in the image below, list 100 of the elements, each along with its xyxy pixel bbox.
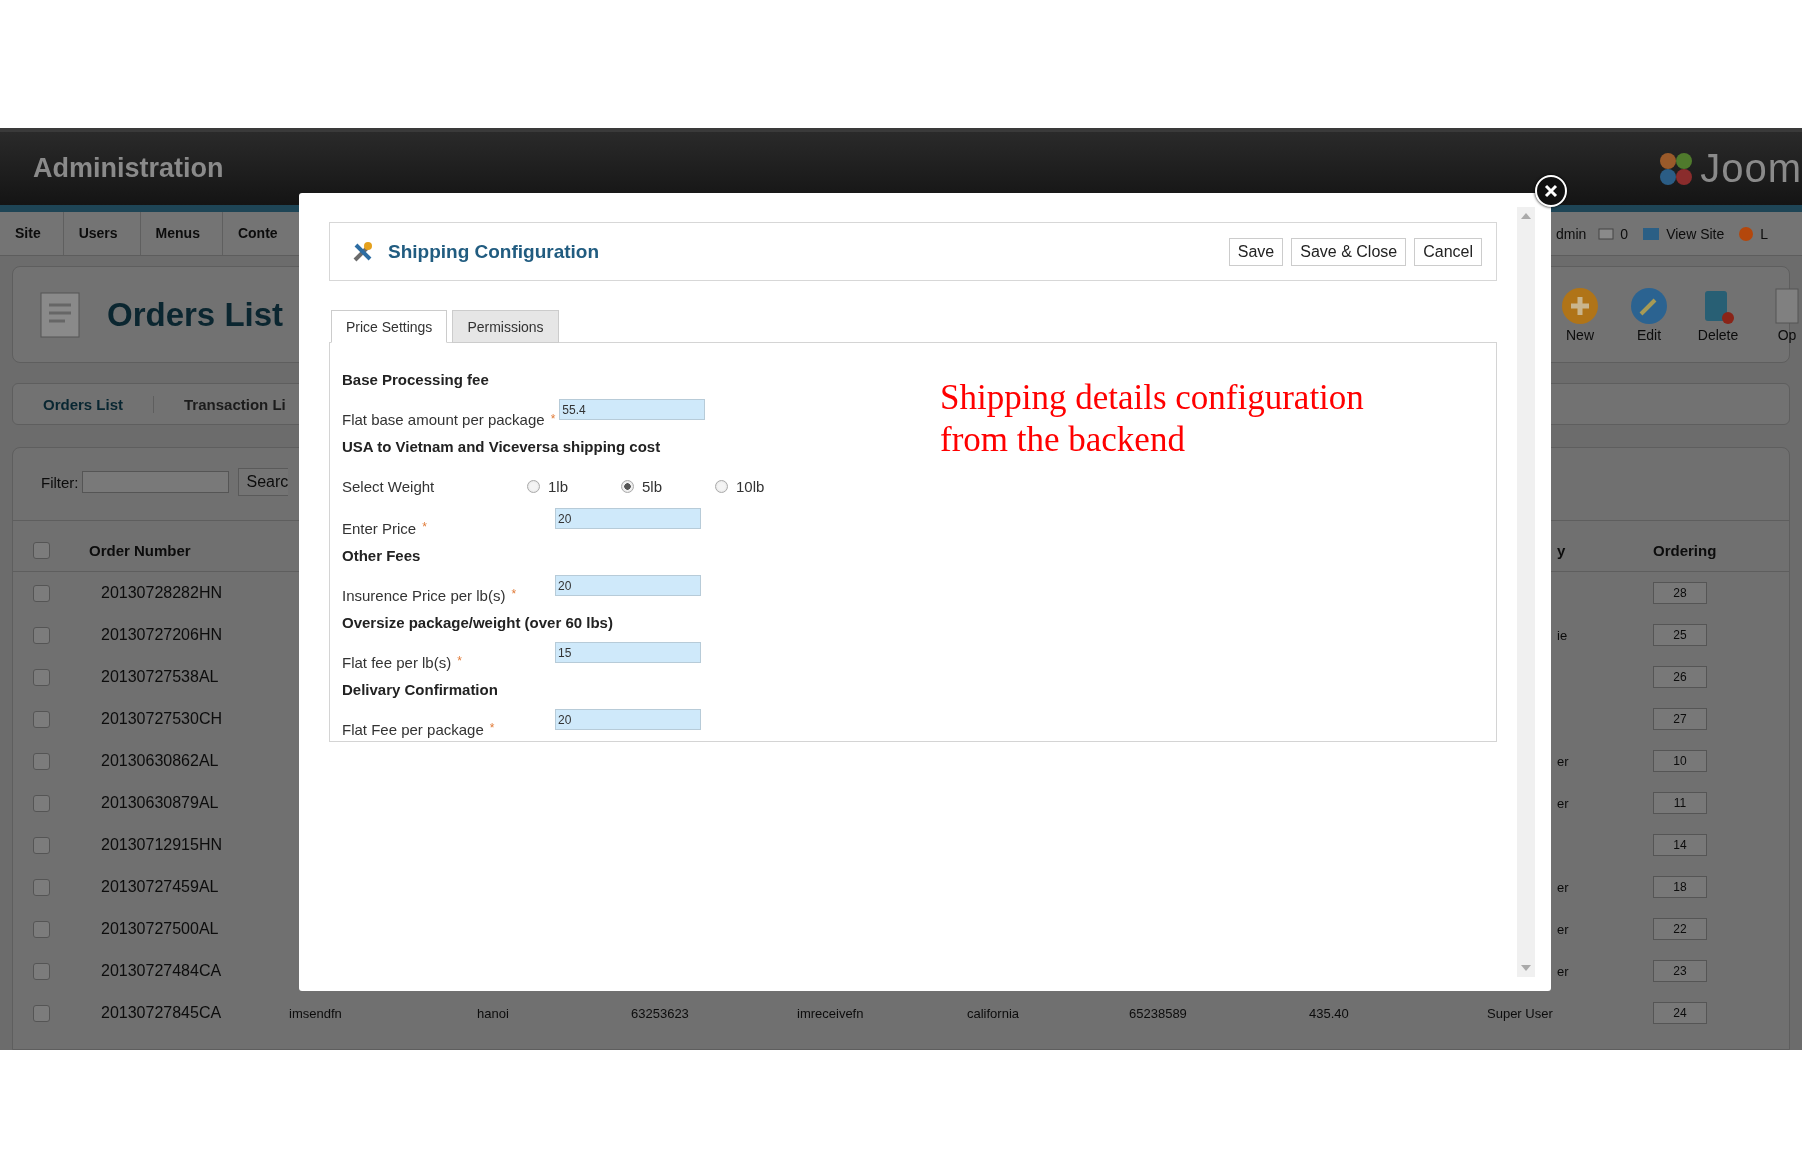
- checkbox[interactable]: [33, 541, 50, 559]
- table-cell: imsendfn: [289, 1005, 342, 1021]
- ordering-field[interactable]: 26: [1653, 666, 1707, 688]
- order-number[interactable]: 20130728282HN: [101, 584, 289, 602]
- input-field[interactable]: 20: [555, 508, 701, 529]
- menu-item[interactable]: Conte: [237, 212, 278, 255]
- order-number[interactable]: 20130630862AL: [101, 752, 289, 770]
- input-field[interactable]: 15: [555, 642, 701, 663]
- toolbar-button[interactable]: Save & Close: [1291, 237, 1407, 266]
- page-title: Orders List: [107, 295, 284, 334]
- table-cell: er: [1557, 879, 1569, 895]
- radio-icon[interactable]: [715, 480, 728, 493]
- tab[interactable]: Permissions: [452, 310, 559, 343]
- section-heading: Other Fees: [342, 545, 422, 566]
- menu-item[interactable]: Users: [78, 212, 141, 255]
- ordering-field[interactable]: 24: [1653, 1002, 1707, 1024]
- toolbar-button[interactable]: Cancel: [1414, 237, 1482, 266]
- table-cell: hanoi: [477, 1005, 509, 1021]
- order-number[interactable]: 20130630879AL: [101, 794, 289, 812]
- submenu-tab[interactable]: Transaction Li: [184, 395, 286, 413]
- table-cell: california: [967, 1005, 1020, 1021]
- radio-option[interactable]: 5lb: [621, 478, 715, 495]
- submenu-tab[interactable]: Orders List: [43, 395, 155, 413]
- table-cell: 63253623: [631, 1005, 689, 1021]
- annotation-text: Shipping details configuration from the backend: [940, 377, 1365, 461]
- row-checkbox[interactable]: [33, 836, 50, 854]
- row-checkbox[interactable]: [33, 794, 50, 812]
- column-header[interactable]: Order Number: [89, 541, 289, 559]
- dialog-title: Shipping Configuration: [388, 240, 600, 263]
- order-number[interactable]: 20130727484CA: [101, 962, 289, 980]
- column-header[interactable]: Ordering: [1653, 541, 1757, 559]
- radio-option[interactable]: 1lb: [527, 478, 621, 495]
- section-heading: Oversize package/weight (over 60 lbs): [342, 612, 614, 633]
- tab[interactable]: Price Settings: [331, 310, 448, 343]
- row-checkbox[interactable]: [33, 584, 50, 602]
- row-checkbox[interactable]: [33, 626, 50, 644]
- monitor-icon: [1642, 226, 1661, 241]
- required-marker: *: [457, 654, 462, 670]
- order-number[interactable]: 20130727500AL: [101, 920, 289, 938]
- order-number[interactable]: 20130727845CA: [101, 1004, 289, 1022]
- table-cell: 65238589: [1129, 1005, 1187, 1021]
- row-checkbox[interactable]: [33, 962, 50, 980]
- filter-label: Filter:: [41, 473, 79, 491]
- ordering-field[interactable]: 11: [1653, 792, 1707, 814]
- column-header[interactable]: y: [1557, 541, 1566, 559]
- input-field[interactable]: 20: [555, 575, 701, 596]
- toolbar-label[interactable]: Op: [1777, 326, 1797, 343]
- section-heading: Delivary Confirmation: [342, 679, 499, 700]
- radio-icon[interactable]: [621, 480, 634, 493]
- row-checkbox[interactable]: [33, 710, 50, 728]
- required-marker: *: [511, 587, 517, 603]
- row-checkbox[interactable]: [33, 752, 50, 770]
- toolbar-button[interactable]: Save: [1228, 237, 1284, 266]
- field-label: Insurence Price per lb(s): [342, 587, 506, 604]
- message-icon: [1598, 227, 1615, 240]
- input-field[interactable]: 20: [555, 709, 701, 730]
- user-link[interactable]: dmin: [1556, 225, 1587, 242]
- table-cell: 435.40: [1309, 1005, 1349, 1021]
- app-title: Administration: [33, 153, 224, 184]
- logo-text: Joom: [1700, 146, 1802, 191]
- row-checkbox[interactable]: [33, 1004, 50, 1022]
- menu-item[interactable]: Menus: [155, 212, 223, 255]
- close-icon: [1544, 184, 1558, 198]
- input-field[interactable]: 55.4: [559, 399, 706, 420]
- ordering-field[interactable]: 28: [1653, 582, 1707, 604]
- field-label: Enter Price: [342, 520, 417, 537]
- row-checkbox[interactable]: [33, 668, 50, 686]
- ordering-field[interactable]: 18: [1653, 876, 1707, 898]
- toolbar-label[interactable]: Delete: [1697, 326, 1739, 343]
- order-number[interactable]: 20130727459AL: [101, 878, 289, 896]
- toolbar-label[interactable]: Edit: [1636, 326, 1662, 343]
- order-number[interactable]: 20130727530CH: [101, 710, 289, 728]
- search-button[interactable]: Searc: [237, 468, 289, 496]
- ordering-field[interactable]: 23: [1653, 960, 1707, 982]
- ordering-field[interactable]: 22: [1653, 918, 1707, 940]
- menu-item[interactable]: Site: [15, 212, 64, 255]
- pencil-icon: [1630, 286, 1668, 325]
- view-site-link[interactable]: View Site: [1666, 225, 1725, 242]
- order-number[interactable]: 20130712915HN: [101, 836, 289, 854]
- logout-icon: [1738, 225, 1755, 242]
- ordering-field[interactable]: 25: [1653, 624, 1707, 646]
- order-number[interactable]: 20130727538AL: [101, 668, 289, 686]
- ordering-field[interactable]: 14: [1653, 834, 1707, 856]
- table-cell: ie: [1557, 627, 1568, 643]
- ordering-field[interactable]: 10: [1653, 750, 1707, 772]
- row-checkbox[interactable]: [33, 920, 50, 938]
- ordering-field[interactable]: 27: [1653, 708, 1707, 730]
- logout-link[interactable]: L: [1760, 225, 1769, 242]
- order-number[interactable]: 20130727206HN: [101, 626, 289, 644]
- table-cell: er: [1557, 921, 1569, 937]
- radio-icon[interactable]: [527, 480, 540, 493]
- scroll-down-icon[interactable]: [1521, 965, 1531, 971]
- radio-option[interactable]: 10lb: [715, 478, 809, 495]
- table-cell: er: [1557, 795, 1569, 811]
- filter-field[interactable]: [81, 471, 229, 493]
- section-heading: Base Processing fee: [342, 369, 490, 390]
- row-checkbox[interactable]: [33, 878, 50, 896]
- scrollbar[interactable]: [1517, 207, 1535, 977]
- toolbar-label[interactable]: New: [1566, 326, 1594, 343]
- table-cell: imreceivefn: [797, 1005, 864, 1021]
